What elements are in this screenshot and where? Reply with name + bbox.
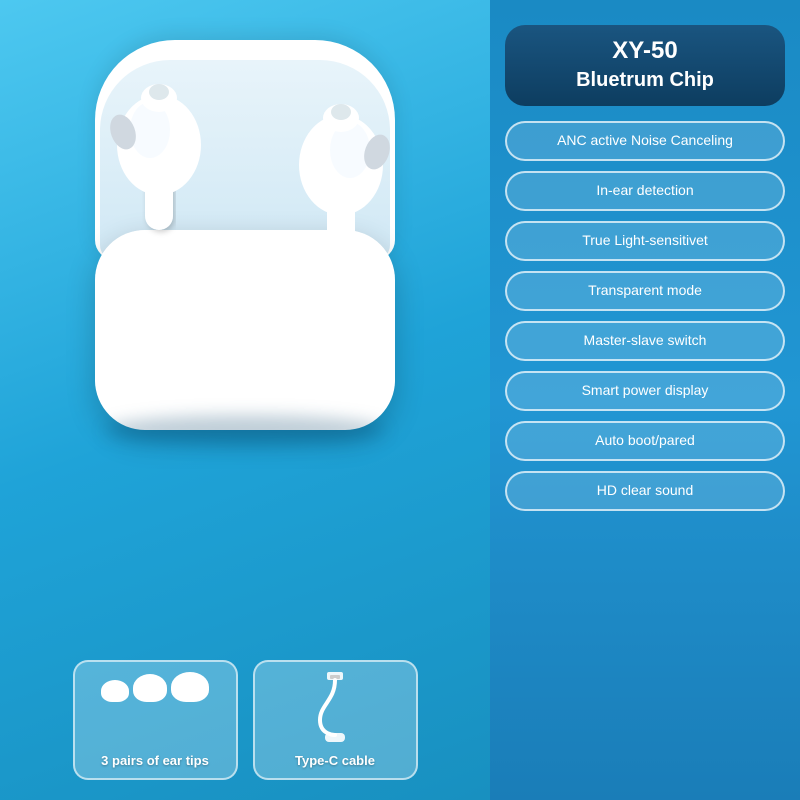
feature-label-transparent: Transparent mode: [588, 282, 702, 298]
cable-label: Type-C cable: [295, 753, 375, 768]
ear-tips-box: 3 pairs of ear tips: [73, 660, 238, 780]
feature-label-master-slave: Master-slave switch: [584, 332, 707, 348]
left-panel: 3 pairs of ear tips Type-C cable: [0, 0, 490, 800]
ear-tip-medium: [133, 674, 167, 702]
feature-pill-smart-power: Smart power display: [505, 371, 785, 411]
accessories-section: 3 pairs of ear tips Type-C cable: [20, 660, 470, 780]
cable-box: Type-C cable: [253, 660, 418, 780]
feature-pill-hd-sound: HD clear sound: [505, 471, 785, 511]
feature-pill-master-slave: Master-slave switch: [505, 321, 785, 361]
case-shadow: [105, 415, 385, 445]
features-list: ANC active Noise Canceling In-ear detecti…: [505, 121, 785, 511]
led-dot-1: [222, 345, 232, 355]
cable-icon: [305, 670, 365, 750]
feature-label-anc: ANC active Noise Canceling: [557, 132, 733, 148]
feature-pill-anc: ANC active Noise Canceling: [505, 121, 785, 161]
feature-pill-auto-boot: Auto boot/pared: [505, 421, 785, 461]
product-chip: Bluetrum Chip: [530, 66, 760, 94]
page-container: 3 pairs of ear tips Type-C cable: [0, 0, 800, 800]
ear-tip-large: [171, 672, 209, 702]
earbuds-image: [55, 40, 435, 460]
feature-label-in-ear: In-ear detection: [596, 182, 693, 198]
led-dot-3: [258, 345, 268, 355]
feature-pill-transparent: Transparent mode: [505, 271, 785, 311]
product-title-box: XY-50 Bluetrum Chip: [505, 25, 785, 106]
right-panel: XY-50 Bluetrum Chip ANC active Noise Can…: [490, 0, 800, 800]
feature-pill-in-ear: In-ear detection: [505, 171, 785, 211]
led-dots: [222, 345, 268, 355]
feature-label-auto-boot: Auto boot/pared: [595, 432, 695, 448]
feature-label-light: True Light-sensitivet: [582, 232, 708, 248]
ear-tip-small: [101, 680, 129, 702]
earbud-left: [95, 60, 225, 240]
feature-label-smart-power: Smart power display: [582, 382, 709, 398]
ear-tips-icons: [101, 672, 209, 702]
ear-tips-label: 3 pairs of ear tips: [101, 753, 209, 768]
feature-pill-light: True Light-sensitivet: [505, 221, 785, 261]
led-dot-2: [240, 345, 250, 355]
feature-label-hd-sound: HD clear sound: [597, 482, 694, 498]
product-model: XY-50: [530, 37, 760, 66]
earbud-right: [275, 80, 405, 260]
